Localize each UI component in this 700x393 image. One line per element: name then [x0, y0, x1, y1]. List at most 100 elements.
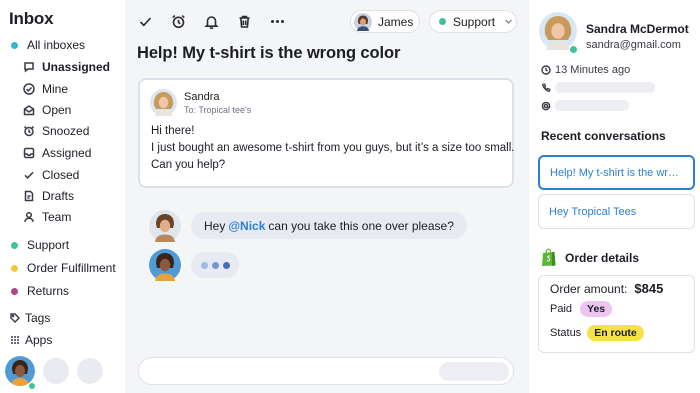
sidebar-item-drafts[interactable]: Drafts: [22, 186, 74, 206]
shopify-bag-icon: [542, 248, 556, 266]
sidebar-item-label: Mine: [42, 82, 69, 96]
recent-conversation-item[interactable]: Help! My t-shirt is the wr…: [538, 155, 695, 190]
sidebar-item-open[interactable]: Open: [22, 100, 71, 120]
sidebar-item-tags[interactable]: Tags: [9, 308, 50, 328]
last-seen-text: 13 Minutes ago: [555, 64, 631, 76]
bell-icon: [203, 15, 219, 29]
more-actions-button[interactable]: [268, 12, 286, 30]
order-fulfillment-dot-icon: [11, 264, 18, 272]
open-envelope-icon: [22, 103, 36, 117]
order-details-title: Order details: [565, 250, 640, 265]
trash-icon: [239, 15, 249, 28]
delete-button[interactable]: [235, 12, 253, 30]
order-amount-value: $845: [634, 281, 664, 296]
inbox-select-value: Support: [453, 14, 496, 29]
sidebar-item-all-inboxes[interactable]: All inboxes: [9, 35, 85, 55]
team-member-avatar-placeholder[interactable]: [43, 358, 69, 384]
contact-last-seen: 13 Minutes ago: [540, 64, 630, 76]
sidebar-title: Inbox: [9, 9, 54, 28]
sidebar-item-label: Returns: [27, 284, 70, 298]
message-line: Can you help?: [151, 159, 226, 171]
close-conversation-button[interactable]: [136, 12, 154, 30]
recent-conversation-label: Hey Tropical Tees: [549, 205, 637, 218]
sidebar-item-label: Unassigned: [42, 60, 111, 74]
sidebar-item-label: Assigned: [42, 146, 92, 160]
sidebar-item-label: Team: [42, 210, 72, 224]
message-line: Hi there!: [151, 125, 195, 137]
alarm-clock-icon: [171, 14, 185, 28]
sidebar-item-label: Drafts: [42, 189, 75, 203]
typing-dot: [211, 261, 219, 269]
recent-conversations-title: Recent conversations: [541, 129, 666, 143]
order-paid-row: Paid Yes: [550, 301, 613, 317]
sidebar-item-order-fulfillment[interactable]: Order Fulfillment: [9, 258, 116, 278]
assignee-select[interactable]: James: [350, 10, 420, 33]
sidebar-item-label: Order Fulfillment: [27, 261, 116, 275]
chevron-down-icon: [505, 19, 513, 24]
send-button[interactable]: [439, 362, 509, 381]
sidebar: Inbox All inboxes Unassigned Mine Open S…: [0, 0, 125, 393]
online-status-icon: [569, 45, 578, 54]
mention-link[interactable]: @Nick: [228, 219, 265, 233]
recent-conversation-item[interactable]: Hey Tropical Tees: [538, 194, 695, 229]
typing-indicator: [191, 252, 239, 278]
online-status-icon: [28, 382, 36, 390]
team-member-avatar-placeholder[interactable]: [77, 358, 103, 384]
contact-email[interactable]: sandra@gmail.com: [586, 39, 681, 51]
conversation-subject: Help! My t-shirt is the wrong color: [137, 44, 401, 62]
contact-phone: [540, 82, 655, 93]
order-details-header: Order details: [541, 248, 639, 267]
teammate-avatar: [149, 210, 181, 242]
current-user-avatar[interactable]: [5, 356, 36, 391]
message-sender-name: Sandra: [184, 91, 220, 103]
reply-input[interactable]: [138, 357, 514, 385]
comment-text-before: Hey: [204, 218, 226, 233]
notifications-button[interactable]: [202, 12, 220, 30]
sidebar-item-label: Apps: [25, 333, 53, 347]
order-status-row: Status En route: [550, 325, 644, 341]
inbox-tray-icon: [22, 146, 36, 160]
phone-skeleton: [555, 82, 655, 93]
snooze-button[interactable]: [169, 12, 187, 30]
person-icon: [22, 210, 36, 224]
sidebar-item-closed[interactable]: Closed: [22, 165, 79, 185]
assignee-avatar: [354, 12, 372, 31]
sidebar-item-mine[interactable]: Mine: [22, 79, 68, 99]
order-details-card: Order amount: $845 Paid Yes Status En ro…: [538, 275, 695, 353]
contact-panel: Sandra McDermot sandra@gmail.com 13 Minu…: [529, 0, 700, 393]
sidebar-item-label: Support: [27, 238, 70, 252]
clock-icon: [540, 65, 551, 76]
inbox-select[interactable]: Support: [429, 10, 517, 33]
sidebar-item-support[interactable]: Support: [9, 235, 69, 255]
support-dot-icon: [439, 18, 446, 25]
contact-name: Sandra McDermot: [586, 22, 689, 36]
sidebar-item-unassigned[interactable]: Unassigned: [22, 57, 110, 77]
assignee-name: James: [378, 14, 414, 29]
status-label: Status: [550, 327, 582, 339]
phone-icon: [540, 82, 551, 93]
handle-skeleton: [555, 100, 629, 111]
checkmark-icon: [139, 16, 151, 26]
order-amount-label: Order amount:: [550, 281, 628, 296]
at-sign-icon: [540, 100, 551, 111]
sidebar-item-label: All inboxes: [27, 38, 86, 52]
sidebar-item-returns[interactable]: Returns: [9, 281, 69, 301]
internal-comment: Hey @Nick can you take this one over ple…: [191, 212, 467, 239]
conversation-pane: James Support Help! My t-shirt is the wr…: [125, 0, 529, 393]
sidebar-item-label: Open: [42, 103, 72, 117]
order-amount-row: Order amount: $845: [550, 281, 663, 296]
typing-dot: [200, 261, 208, 269]
sidebar-item-assigned[interactable]: Assigned: [22, 143, 91, 163]
sidebar-item-team[interactable]: Team: [22, 207, 71, 227]
status-badge: En route: [587, 325, 644, 341]
message-line: I just bought an awesome t-shirt from yo…: [151, 142, 515, 154]
sidebar-item-apps[interactable]: Apps: [9, 330, 52, 350]
conversation-toolbar: James Support: [125, 0, 529, 42]
contact-handle: [540, 100, 629, 111]
typing-teammate-avatar: [149, 249, 181, 281]
all-inboxes-dot-icon: [11, 41, 18, 49]
sidebar-item-snoozed[interactable]: Snoozed: [22, 121, 89, 141]
typing-dot: [222, 261, 230, 269]
sender-avatar: [150, 89, 177, 116]
returns-dot-icon: [11, 287, 18, 295]
